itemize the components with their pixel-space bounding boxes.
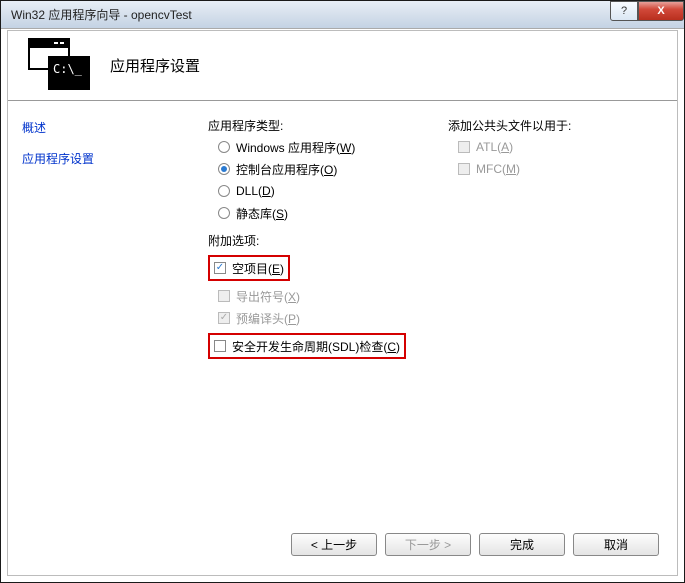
check-label: MFC(M) bbox=[476, 162, 520, 176]
check-export-symbols: 导出符号(X) bbox=[218, 287, 438, 305]
checkbox-icon bbox=[218, 312, 230, 324]
radio-windows-app[interactable]: Windows 应用程序(W) bbox=[218, 138, 438, 156]
finish-button[interactable]: 完成 bbox=[479, 533, 565, 556]
radio-icon bbox=[218, 141, 230, 153]
additional-label: 附加选项: bbox=[208, 232, 438, 249]
close-button[interactable]: X bbox=[638, 1, 684, 21]
check-label: 安全开发生命周期(SDL)检查(C) bbox=[232, 338, 400, 355]
cancel-button[interactable]: 取消 bbox=[573, 533, 659, 556]
highlight-empty-project: 空项目(E) bbox=[208, 255, 290, 281]
checkbox-icon bbox=[458, 141, 470, 153]
header: C:\_ 应用程序设置 bbox=[8, 31, 677, 101]
console-app-icon: C:\_ bbox=[26, 38, 96, 94]
radio-icon bbox=[218, 185, 230, 197]
check-label: 导出符号(X) bbox=[236, 288, 300, 305]
checkbox-icon bbox=[214, 340, 226, 352]
check-mfc: MFC(M) bbox=[458, 160, 628, 178]
next-button: 下一步 > bbox=[385, 533, 471, 556]
sidebar-item-settings[interactable]: 应用程序设置 bbox=[22, 150, 174, 167]
checkbox-icon bbox=[458, 163, 470, 175]
radio-icon bbox=[218, 207, 230, 219]
sidebar: 概述 应用程序设置 bbox=[8, 101, 188, 541]
prev-button[interactable]: < 上一步 bbox=[291, 533, 377, 556]
check-label: 预编译头(P) bbox=[236, 310, 300, 327]
radio-console-app[interactable]: 控制台应用程序(O) bbox=[218, 160, 438, 178]
app-type-label: 应用程序类型: bbox=[208, 117, 438, 134]
common-headers-label: 添加公共头文件以用于: bbox=[448, 117, 628, 134]
check-atl: ATL(A) bbox=[458, 138, 628, 156]
radio-static-lib[interactable]: 静态库(S) bbox=[218, 204, 438, 222]
body: 概述 应用程序设置 应用程序类型: Windows 应用程序(W) 控制台应用程… bbox=[8, 101, 677, 541]
radio-label: 静态库(S) bbox=[236, 205, 288, 222]
radio-dll[interactable]: DLL(D) bbox=[218, 182, 438, 200]
content: 应用程序类型: Windows 应用程序(W) 控制台应用程序(O) DLL(D… bbox=[188, 101, 677, 541]
radio-label: 控制台应用程序(O) bbox=[236, 161, 337, 178]
radio-icon bbox=[218, 163, 230, 175]
wizard-window: Win32 应用程序向导 - opencvTest ? X C:\_ 应用程序设… bbox=[0, 0, 685, 583]
page-title: 应用程序设置 bbox=[110, 55, 200, 76]
titlebar-buttons: ? X bbox=[610, 1, 684, 21]
check-empty-project[interactable]: 空项目(E) bbox=[214, 259, 284, 277]
radio-label: Windows 应用程序(W) bbox=[236, 139, 355, 156]
footer: < 上一步 下一步 > 完成 取消 bbox=[8, 533, 677, 565]
sidebar-item-overview[interactable]: 概述 bbox=[22, 119, 174, 136]
help-button[interactable]: ? bbox=[610, 1, 638, 21]
titlebar: Win32 应用程序向导 - opencvTest ? X bbox=[1, 1, 684, 29]
check-label: 空项目(E) bbox=[232, 260, 284, 277]
inner-frame: C:\_ 应用程序设置 概述 应用程序设置 应用程序类型: Windows 应用… bbox=[7, 30, 678, 576]
highlight-sdl-check: 安全开发生命周期(SDL)检查(C) bbox=[208, 333, 406, 359]
check-sdl[interactable]: 安全开发生命周期(SDL)检查(C) bbox=[214, 337, 400, 355]
radio-label: DLL(D) bbox=[236, 184, 275, 198]
checkbox-icon bbox=[218, 290, 230, 302]
check-label: ATL(A) bbox=[476, 140, 513, 154]
check-precompiled-header: 预编译头(P) bbox=[218, 309, 438, 327]
checkbox-icon bbox=[214, 262, 226, 274]
window-title: Win32 应用程序向导 - opencvTest bbox=[1, 6, 610, 23]
